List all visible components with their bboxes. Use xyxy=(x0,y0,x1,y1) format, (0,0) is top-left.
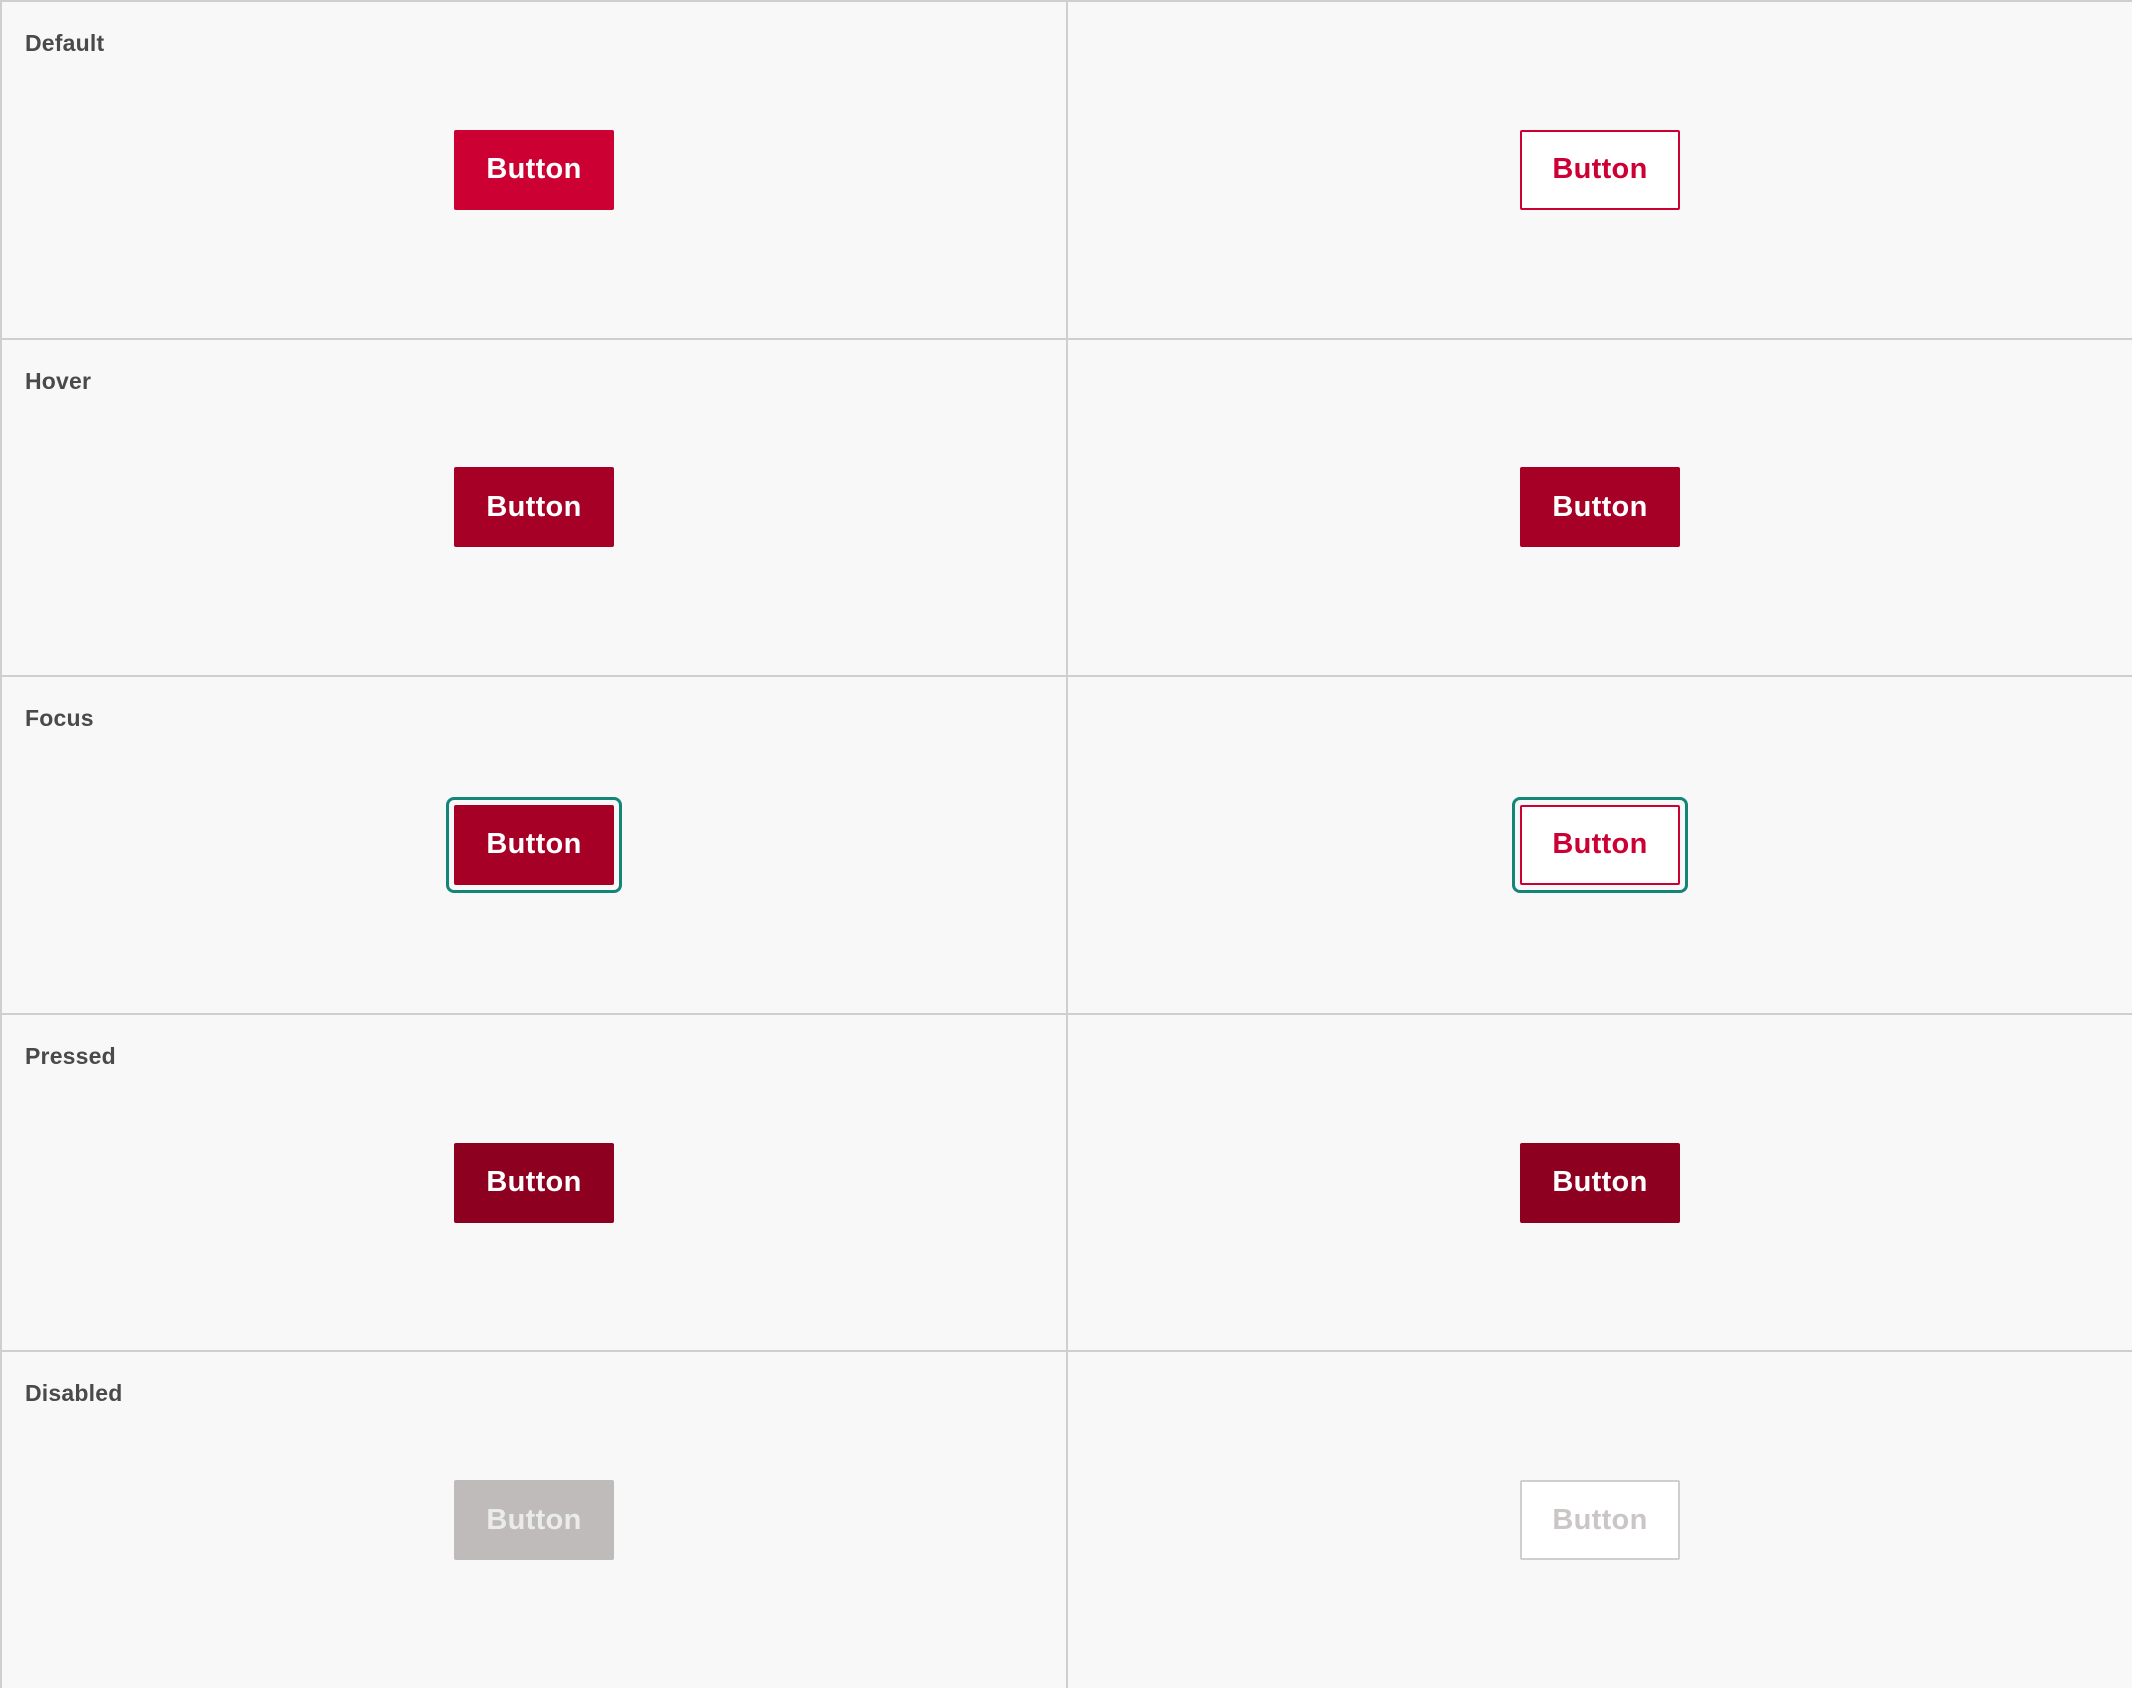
button-wrap: Button xyxy=(454,1142,614,1223)
state-label-focus: Focus xyxy=(25,705,94,732)
cell-default-primary: Default Button xyxy=(2,2,1068,340)
outline-button-pressed[interactable]: Button xyxy=(1520,1142,1680,1223)
button-wrap: Button xyxy=(1520,129,1680,210)
button-wrap: Button xyxy=(1520,1480,1680,1561)
outline-button-disabled: Button xyxy=(1520,1480,1680,1561)
state-label-hover: Hover xyxy=(25,367,92,394)
outline-button-focus[interactable]: Button xyxy=(1520,804,1680,885)
button-wrap: Button xyxy=(454,129,614,210)
cell-hover-primary: Hover Button xyxy=(2,339,1068,678)
primary-button-focus[interactable]: Button xyxy=(454,804,614,885)
cell-pressed-secondary: Button xyxy=(1068,1014,2132,1353)
cell-hover-secondary: Button xyxy=(1068,339,2132,678)
cell-focus-secondary: Button xyxy=(1068,677,2132,1015)
cell-disabled-secondary: Button xyxy=(1068,1352,2132,1688)
primary-button-disabled: Button xyxy=(454,1480,614,1561)
primary-button-pressed[interactable]: Button xyxy=(454,1142,614,1223)
button-wrap: Button xyxy=(454,1480,614,1561)
focus-ring: Button xyxy=(1512,796,1688,893)
cell-focus-primary: Focus Button xyxy=(2,677,1068,1015)
button-wrap: Button xyxy=(1520,467,1680,548)
state-label-default: Default xyxy=(25,30,105,56)
focus-ring: Button xyxy=(446,796,622,893)
cell-disabled-primary: Disabled Button xyxy=(2,1352,1068,1688)
primary-button-hover[interactable]: Button xyxy=(454,467,614,548)
button-wrap: Button xyxy=(454,467,614,548)
button-states-grid: Default Button Button Hover Button Butto… xyxy=(0,0,2132,1688)
button-wrap: Button xyxy=(1520,1142,1680,1223)
cell-pressed-primary: Pressed Button xyxy=(2,1014,1068,1353)
cell-default-secondary: Button xyxy=(1068,2,2132,340)
button-wrap: Button xyxy=(1512,796,1688,893)
button-wrap: Button xyxy=(446,796,622,893)
primary-button-default[interactable]: Button xyxy=(454,129,614,210)
state-label-disabled: Disabled xyxy=(25,1380,123,1407)
outline-button-hover[interactable]: Button xyxy=(1520,467,1680,548)
outline-button-default[interactable]: Button xyxy=(1520,129,1680,210)
state-label-pressed: Pressed xyxy=(25,1042,116,1069)
